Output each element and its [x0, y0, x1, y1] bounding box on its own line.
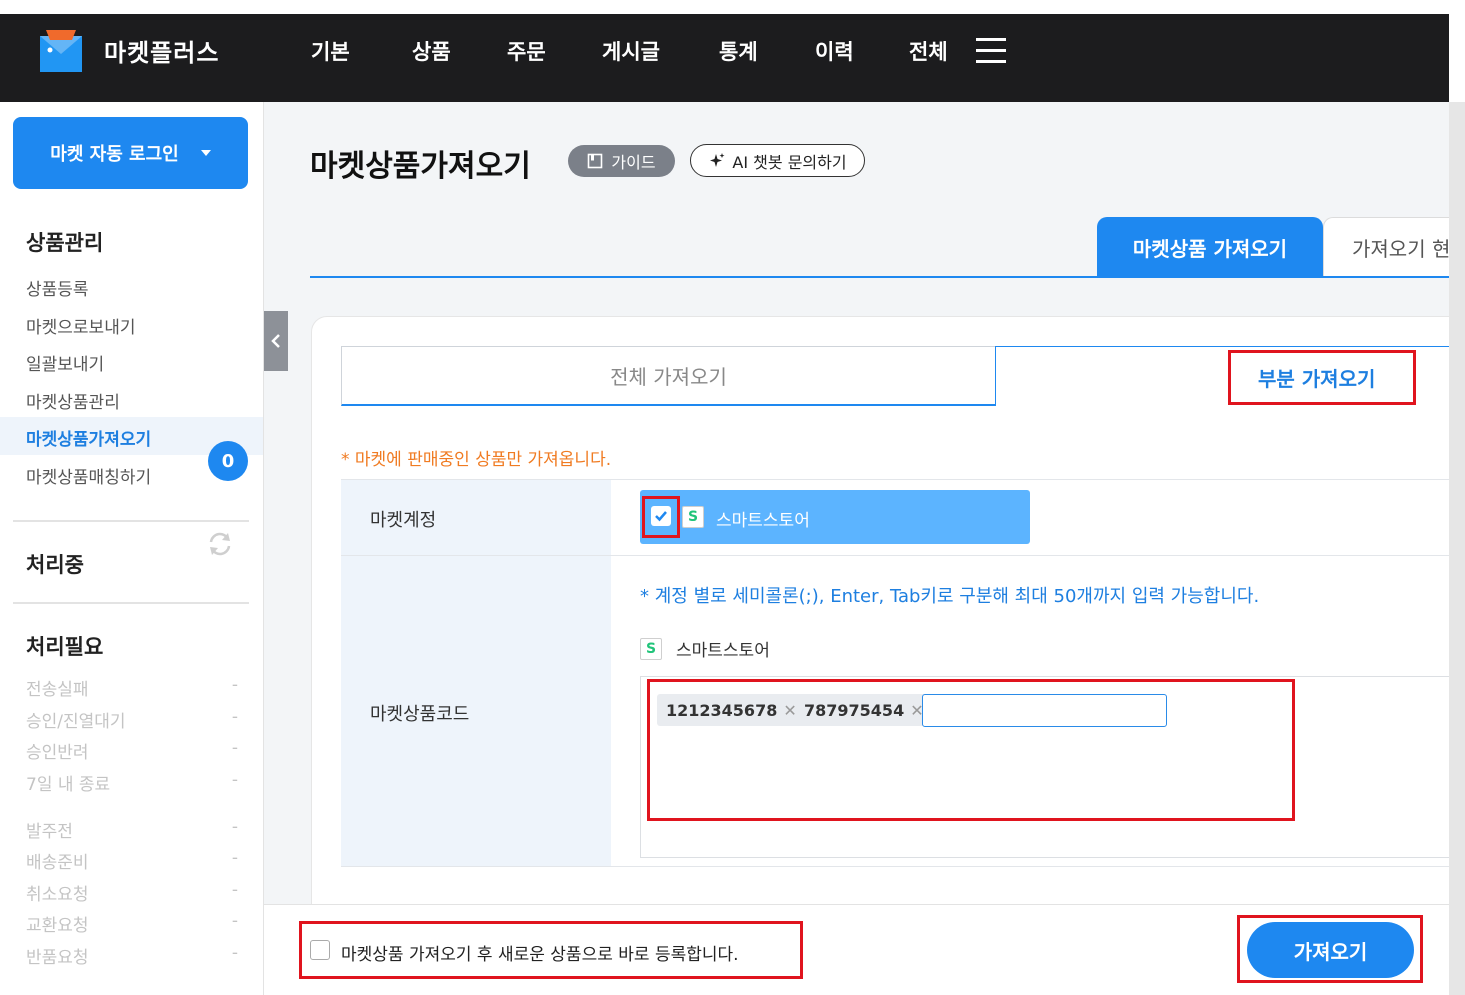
status-row-exchange-request[interactable]: 교환요청 - — [26, 911, 238, 936]
highlight-partial-import-tab — [1228, 350, 1416, 405]
sidebar-collapse-button[interactable] — [264, 311, 288, 371]
brand-name[interactable]: 마켓플러스 — [104, 33, 219, 68]
processing-count-badge[interactable]: 0 — [208, 441, 248, 481]
status-row-before-order[interactable]: 발주전 - — [26, 817, 238, 842]
status-label: 7일 내 종료 — [26, 775, 111, 795]
smartstore-icon: S — [682, 506, 704, 528]
highlight-account-checkbox — [642, 496, 680, 538]
nav-history[interactable]: 이력 — [815, 36, 854, 66]
status-value: - — [231, 911, 238, 931]
code-input-hint: * 계정 별로 세미콜론(;), Enter, Tab키로 구분해 최대 50개… — [640, 586, 1260, 607]
code-market-name: 스마트스토어 — [676, 641, 770, 661]
ai-chatbot-button[interactable]: AI 챗봇 문의하기 — [690, 144, 865, 177]
caret-down-icon — [200, 150, 211, 156]
book-icon — [588, 153, 603, 169]
status-value: - — [231, 817, 238, 837]
nav-basic[interactable]: 기본 — [311, 36, 350, 66]
status-value: - — [231, 943, 238, 963]
status-label: 전송실패 — [26, 680, 89, 700]
import-notice: * 마켓에 판매중인 상품만 가져옵니다. — [341, 450, 612, 470]
ai-chatbot-label: AI 챗봇 문의하기 — [732, 152, 847, 172]
sidebar-divider — [13, 602, 249, 604]
sidebar-divider — [13, 520, 249, 522]
nav-posts[interactable]: 게시글 — [602, 36, 660, 66]
status-row-approval-waiting[interactable]: 승인/진열대기 - — [26, 707, 238, 732]
status-label: 배송준비 — [26, 853, 89, 873]
status-label: 발주전 — [26, 822, 73, 842]
nav-stats[interactable]: 통계 — [719, 36, 758, 66]
marketplus-logo-icon[interactable] — [40, 30, 82, 72]
subtab-import-all[interactable]: 전체 가져오기 — [341, 346, 996, 406]
guide-button[interactable]: 가이드 — [568, 145, 675, 177]
sidebar-item-market-product-matching[interactable]: 마켓상품매칭하기 — [26, 463, 151, 488]
nav-order[interactable]: 주문 — [507, 36, 546, 66]
status-value: - — [231, 675, 238, 695]
sidebar-item-product-register[interactable]: 상품등록 — [26, 275, 89, 300]
guide-label: 가이드 — [611, 153, 656, 172]
refresh-icon[interactable] — [206, 530, 234, 558]
status-row-send-failed[interactable]: 전송실패 - — [26, 675, 238, 700]
form-label-column — [341, 480, 611, 867]
status-row-approval-rejected[interactable]: 승인반려 - — [26, 738, 238, 763]
form-divider — [341, 479, 1465, 480]
status-value: - — [231, 707, 238, 727]
status-label: 승인반려 — [26, 743, 89, 763]
auto-login-button[interactable]: 마켓 자동 로그인 — [13, 117, 248, 189]
highlight-import-button — [1237, 915, 1423, 983]
tab-import-status[interactable]: 가져오기 현황 — [1323, 217, 1465, 277]
highlight-product-codes — [647, 679, 1295, 821]
nav-all[interactable]: 전체 — [909, 36, 948, 66]
status-value: - — [231, 880, 238, 900]
sidebar-section-title: 상품관리 — [26, 231, 104, 255]
form-divider — [341, 555, 1465, 556]
page-scrollbar[interactable] — [1449, 102, 1465, 995]
status-row-return-request[interactable]: 반품요청 - — [26, 943, 238, 968]
page-title: 마켓상품가져오기 — [310, 149, 531, 184]
market-account-label: 마켓계정 — [370, 510, 437, 531]
needs-action-title: 처리필요 — [26, 635, 104, 659]
status-value: - — [231, 770, 238, 790]
market-account-name: 스마트스토어 — [716, 511, 810, 531]
status-row-shipping-prep[interactable]: 배송준비 - — [26, 848, 238, 873]
chevron-left-icon — [271, 334, 280, 348]
status-value: - — [231, 848, 238, 868]
sidebar-item-send-to-market[interactable]: 마켓으로보내기 — [26, 313, 135, 338]
window-edge — [1449, 0, 1465, 102]
status-value: - — [231, 738, 238, 758]
status-label: 승인/진열대기 — [26, 712, 126, 732]
sidebar-item-market-product-manage[interactable]: 마켓상품관리 — [26, 388, 120, 413]
tab-market-product-import[interactable]: 마켓상품 가져오기 — [1097, 217, 1323, 277]
market-product-code-label: 마켓상품코드 — [370, 704, 470, 725]
form-divider — [341, 866, 1465, 867]
status-label: 반품요청 — [26, 948, 89, 968]
menu-hamburger-icon[interactable] — [976, 38, 1006, 64]
nav-product[interactable]: 상품 — [412, 36, 451, 66]
smartstore-icon: S — [640, 638, 662, 660]
auto-login-label: 마켓 자동 로그인 — [50, 144, 179, 165]
tab-underline — [310, 276, 1465, 278]
status-row-ending-7days[interactable]: 7일 내 종료 - — [26, 770, 238, 795]
processing-title: 처리중 — [26, 553, 84, 577]
status-label: 교환요청 — [26, 916, 89, 936]
status-label: 취소요청 — [26, 885, 89, 905]
sidebar-item-bulk-send[interactable]: 일괄보내기 — [26, 350, 104, 375]
sidebar-item-market-product-import[interactable]: 마켓상품가져오기 — [26, 425, 151, 450]
status-row-cancel-request[interactable]: 취소요청 - — [26, 880, 238, 905]
sparkle-icon — [710, 152, 725, 167]
highlight-register-checkbox — [299, 921, 803, 979]
